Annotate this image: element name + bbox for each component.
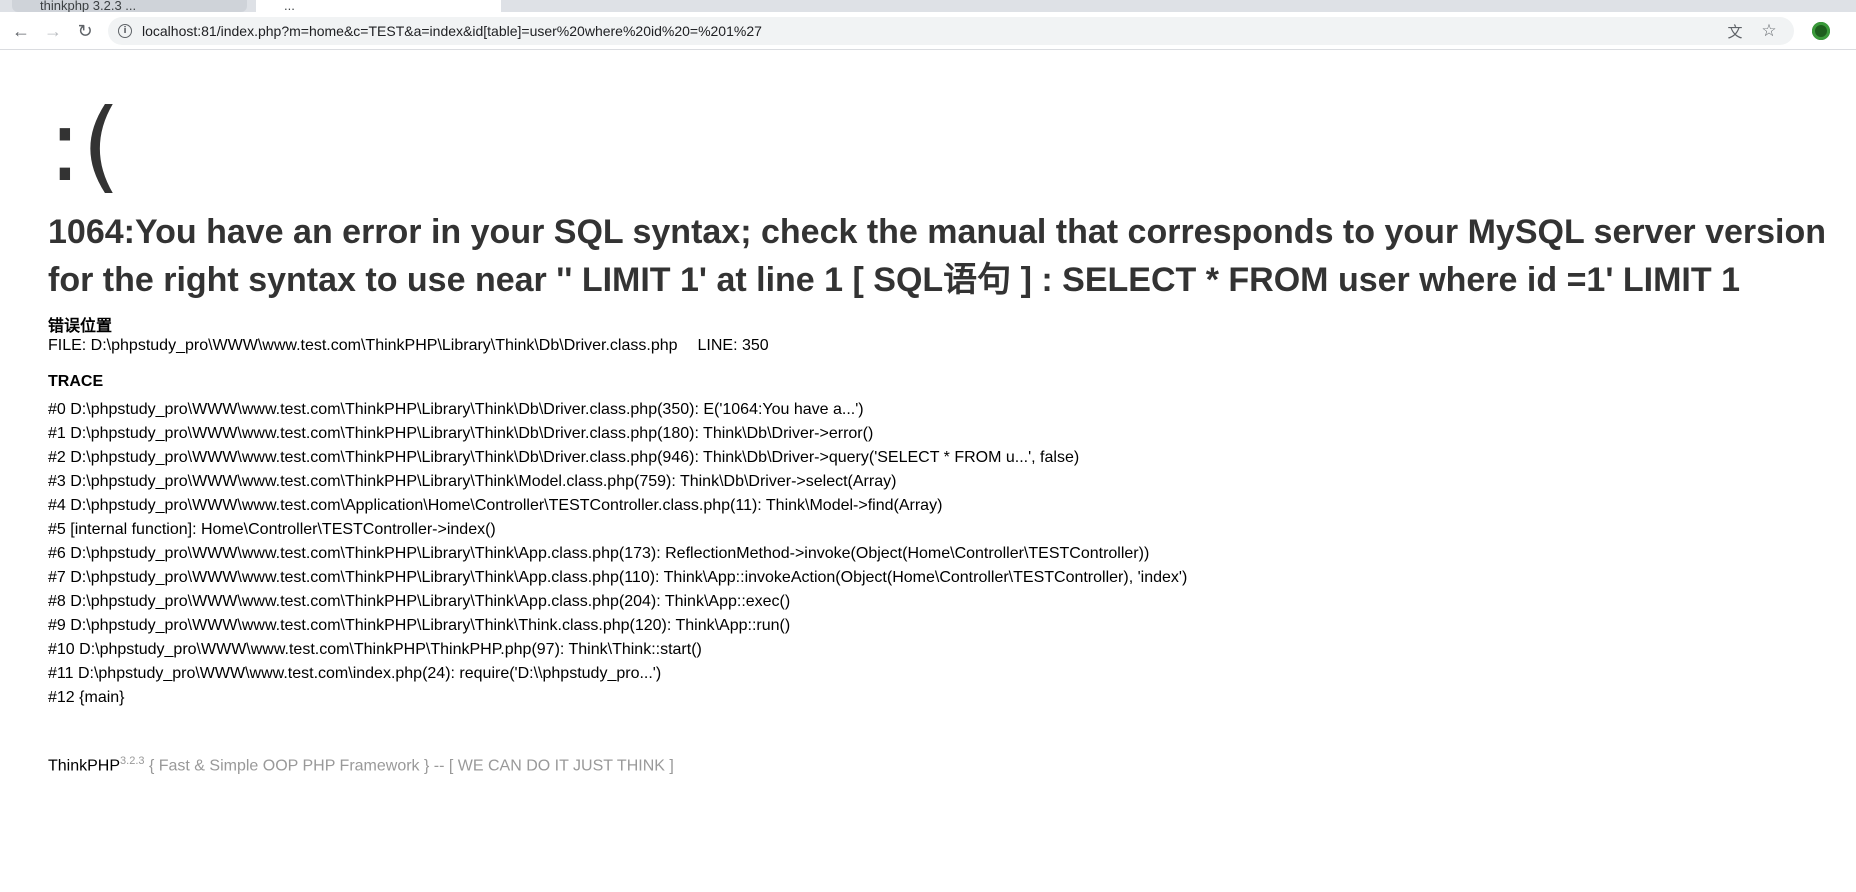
star-icon[interactable]: ☆ <box>1760 21 1778 40</box>
trace-item: #2 D:\phpstudy_pro\WWW\www.test.com\Thin… <box>48 449 1080 466</box>
arrow-right-icon[interactable]: → <box>40 18 66 44</box>
trace-item: #11 D:\phpstudy_pro\WWW\www.test.com\ind… <box>48 665 662 682</box>
trace-item: #8 D:\phpstudy_pro\WWW\www.test.com\Thin… <box>48 593 791 610</box>
page-favicon-icon <box>266 0 276 10</box>
error-file: FILE: D:\phpstudy_pro\WWW\www.test.com\T… <box>48 337 678 354</box>
trace-item: #1 D:\phpstudy_pro\WWW\www.test.com\Thin… <box>48 425 874 442</box>
info-icon[interactable]: i <box>118 24 132 38</box>
error-line: LINE: 350 <box>697 337 769 354</box>
error-file-line: FILE: D:\phpstudy_pro\WWW\www.test.com\T… <box>48 337 769 355</box>
arrow-left-icon[interactable]: ← <box>8 18 34 44</box>
error-location-title: 错误位置 <box>48 318 113 335</box>
thinkphp-link[interactable]: ThinkPHP <box>48 757 120 774</box>
page-favicon-icon <box>22 0 32 10</box>
trace-item: #0 D:\phpstudy_pro\WWW\www.test.com\Thin… <box>48 401 864 418</box>
tab-title: thinkphp 3.2.3 ... <box>40 0 137 12</box>
footer: ThinkPHP3.2.3 { Fast & Simple OOP PHP Fr… <box>48 755 674 775</box>
translate-icon[interactable]: 文 <box>1726 22 1744 41</box>
browser-toolbar: ← → ↻ i localhost:81/index.php?m=home&c=… <box>0 12 1856 50</box>
address-bar[interactable]: i localhost:81/index.php?m=home&c=TEST&a… <box>108 17 1794 45</box>
trace-item: #10 D:\phpstudy_pro\WWW\www.test.com\Thi… <box>48 641 702 658</box>
sad-face: :( <box>48 87 121 204</box>
trace-item: #9 D:\phpstudy_pro\WWW\www.test.com\Thin… <box>48 617 791 634</box>
reload-icon[interactable]: ↻ <box>72 18 98 44</box>
trace-item: #3 D:\phpstudy_pro\WWW\www.test.com\Thin… <box>48 473 897 490</box>
error-message: 1064:You have an error in your SQL synta… <box>48 213 1827 299</box>
tagline: { Fast & Simple OOP PHP Framework } -- [… <box>148 757 674 775</box>
version: 3.2.3 <box>120 755 145 767</box>
trace-item: #6 D:\phpstudy_pro\WWW\www.test.com\Thin… <box>48 545 1150 562</box>
profile-avatar[interactable] <box>1812 22 1830 40</box>
new-tab-button[interactable] <box>510 0 522 12</box>
trace-item: #5 [internal function]: Home\Controller\… <box>48 521 496 538</box>
browser-tab[interactable]: thinkphp 3.2.3 ... <box>12 0 247 12</box>
trace-title: TRACE <box>48 373 104 390</box>
tab-title: ... <box>284 0 295 12</box>
trace-item: #4 D:\phpstudy_pro\WWW\www.test.com\Appl… <box>48 497 943 514</box>
url-text[interactable]: localhost:81/index.php?m=home&c=TEST&a=i… <box>142 23 762 39</box>
trace-item: #12 {main} <box>48 689 125 706</box>
tab-strip: thinkphp 3.2.3 ... ... <box>0 0 1856 12</box>
trace-list: #0 D:\phpstudy_pro\WWW\www.test.com\Thin… <box>48 398 1187 710</box>
trace-item: #7 D:\phpstudy_pro\WWW\www.test.com\Thin… <box>48 569 1188 586</box>
browser-tab-active[interactable]: ... <box>256 0 501 12</box>
